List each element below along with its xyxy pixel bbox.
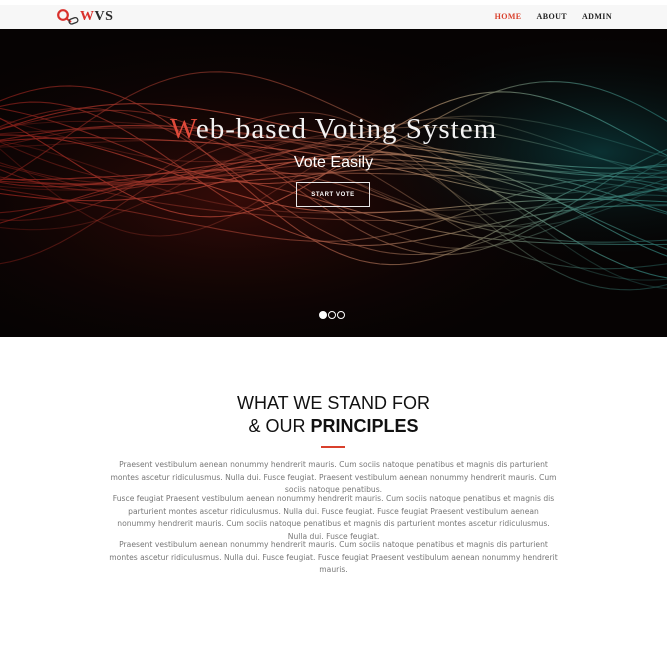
heading-line-1: WHAT WE STAND FOR [237, 393, 430, 413]
nav-link-admin[interactable]: ADMIN [582, 12, 612, 22]
slider-dot-1[interactable] [319, 311, 327, 319]
magnifier-link-icon [57, 9, 79, 25]
slider-dot-2[interactable] [328, 311, 336, 319]
principles-paragraph-1: Praesent vestibulum aenean nonummy hendr… [110, 460, 557, 494]
logo-text: WVS [80, 9, 114, 24]
section-heading: WHAT WE STAND FOR & OUR PRINCIPLES [0, 392, 667, 438]
principles-paragraph-2: Fusce feugiat Praesent vestibulum aenean… [112, 494, 555, 541]
logo[interactable]: WVS [56, 8, 113, 26]
hero-slider: Web-based Voting System Vote Easily STAR… [0, 29, 667, 337]
navbar: WVS HOME ABOUT ADMIN [0, 5, 667, 29]
heading-line-2: & OUR PRINCIPLES [248, 416, 419, 436]
nav-link-home[interactable]: HOME [495, 12, 522, 22]
principles-paragraph-3: Praesent vestibulum aenean nonummy hendr… [109, 540, 558, 574]
hero-title: Web-based Voting System [169, 113, 498, 145]
nav-links: HOME ABOUT ADMIN [495, 12, 612, 22]
start-vote-button[interactable]: START VOTE [296, 182, 370, 207]
slider-dots [319, 311, 345, 319]
nav-link-about[interactable]: ABOUT [537, 12, 567, 22]
hero-subtitle: Vote Easily [293, 154, 374, 171]
heading-divider [321, 446, 345, 448]
slider-dot-3[interactable] [337, 311, 345, 319]
